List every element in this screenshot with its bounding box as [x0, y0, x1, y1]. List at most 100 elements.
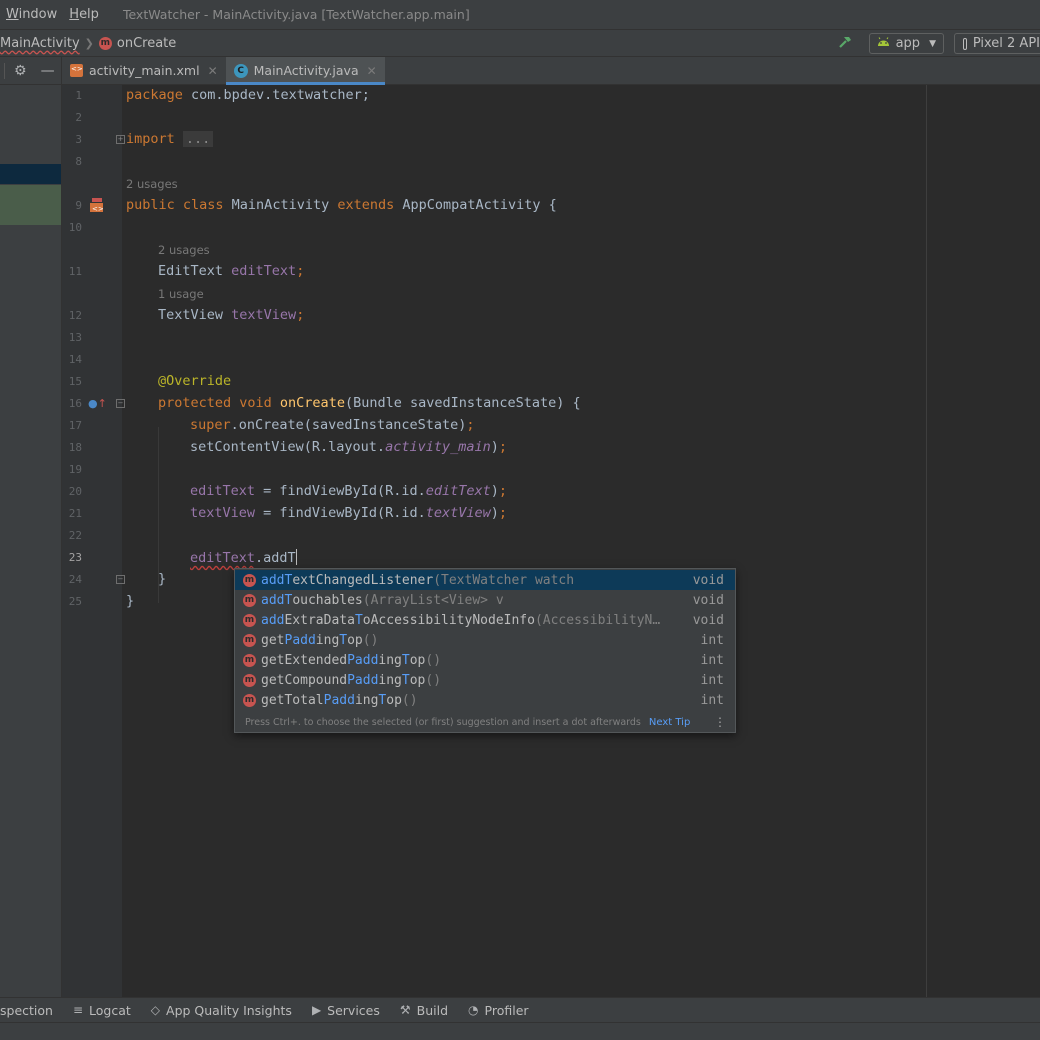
completion-item[interactable]: m getExtendedPaddingTop () int [235, 650, 735, 670]
code-text: package com.bpdev.textwatcher; [126, 87, 370, 103]
logcat-tab[interactable]: ≡ Logcat [73, 1003, 131, 1018]
java-class-icon: C [233, 63, 248, 78]
usages-hint[interactable]: 2 usages [126, 177, 178, 191]
diamond-icon: ◇ [150, 1003, 161, 1017]
folded-imports[interactable]: ... [182, 131, 214, 147]
code-line[interactable]: 14 [62, 349, 1040, 371]
menu-help[interactable]: Help [63, 7, 105, 22]
code-line[interactable]: 20 editText = findViewById(R.id.editText… [62, 481, 1040, 503]
device-selector[interactable]: Pixel 2 API [954, 33, 1040, 54]
code-line[interactable]: 10 [62, 217, 1040, 239]
completion-footer: Press Ctrl+. to choose the selected (or … [235, 711, 735, 733]
line-number: 12 [68, 309, 82, 322]
method-icon: m [98, 36, 112, 50]
build-hammer-icon[interactable] [837, 34, 853, 54]
tab-main-activity-java[interactable]: C MainActivity.java ✕ [225, 57, 385, 85]
line-number: 10 [68, 221, 82, 234]
line-number: 8 [75, 155, 82, 168]
line-number: 20 [68, 485, 82, 498]
code-text: editText = findViewById(R.id.editText); [190, 483, 508, 499]
code-text: import ... [126, 131, 214, 147]
code-line[interactable]: 11 EditText editText; [62, 261, 1040, 283]
next-tip-link[interactable]: Next Tip [649, 717, 690, 728]
code-completion-popup: m addTextChangedListener (TextWatcher wa… [234, 568, 736, 733]
code-line[interactable]: 1 package com.bpdev.textwatcher; [62, 85, 1040, 107]
editor-tabs: activity_main.xml ✕ C MainActivity.java … [62, 57, 1040, 85]
code-text: textView = findViewById(R.id.textView); [190, 505, 508, 521]
profiler-gauge-icon: ◔ [468, 1003, 479, 1017]
line-number: 18 [68, 441, 82, 454]
method-icon: m [243, 633, 256, 647]
code-line[interactable]: 2 [62, 107, 1040, 129]
code-line[interactable]: 17 super.onCreate(savedInstanceState); [62, 415, 1040, 437]
line-number: 25 [68, 595, 82, 608]
code-line[interactable]: 16 ●↑ − protected void onCreate(Bundle s… [62, 393, 1040, 415]
breadcrumb-method[interactable]: onCreate [117, 36, 176, 51]
fold-expand-icon[interactable]: + [116, 135, 125, 144]
fold-collapse-icon[interactable]: − [116, 399, 125, 408]
completion-item[interactable]: m addTextChangedListener (TextWatcher wa… [235, 570, 735, 590]
app-quality-insights-tab[interactable]: ◇ App Quality Insights [151, 1003, 292, 1018]
close-icon[interactable]: ✕ [208, 64, 218, 78]
code-line[interactable]: 19 [62, 459, 1040, 481]
tab-activity-main-xml[interactable]: activity_main.xml ✕ [62, 57, 226, 84]
code-text: } [126, 593, 135, 609]
more-options-icon[interactable]: ⋮ [714, 715, 726, 729]
project-tree-selected-row[interactable] [0, 164, 61, 184]
services-tab[interactable]: ▶ Services [312, 1003, 380, 1018]
completion-hint-text: Press Ctrl+. to choose the selected (or … [245, 716, 641, 728]
run-config-label: app [895, 36, 921, 51]
activity-layout-gutter-icon[interactable]: <> [89, 197, 105, 213]
close-icon[interactable]: ✕ [367, 64, 377, 78]
completion-item[interactable]: m getCompoundPaddingTop () int [235, 670, 735, 690]
code-text: EditText editText; [158, 263, 305, 279]
completion-item[interactable]: m addExtraDataToAccessibilityNodeInfo (A… [235, 610, 735, 630]
code-line[interactable]: 13 [62, 327, 1040, 349]
code-text: } [158, 571, 167, 587]
method-icon: m [243, 693, 256, 707]
line-number: 11 [68, 265, 82, 278]
problems-inspection-tab[interactable]: spection [0, 1003, 53, 1018]
toolbar-divider [4, 63, 5, 79]
override-method-icon[interactable]: ●↑ [88, 397, 107, 410]
services-play-icon: ▶ [311, 1003, 322, 1017]
code-text: setContentView(R.layout.activity_main); [190, 439, 508, 455]
profiler-tab[interactable]: ◔ Profiler [468, 1003, 529, 1018]
minimize-icon[interactable]: — [41, 63, 55, 79]
code-text: @Override [158, 373, 232, 389]
code-line[interactable]: 22 [62, 525, 1040, 547]
run-configuration-dropdown[interactable]: app ▼ [868, 33, 944, 54]
code-line[interactable]: 18 setContentView(R.layout.activity_main… [62, 437, 1040, 459]
completion-item[interactable]: m getTotalPaddingTop () int [235, 690, 735, 710]
gear-icon[interactable]: ⚙ [14, 63, 27, 79]
xml-file-icon [70, 64, 83, 77]
menu-window[interactable]: Window [0, 7, 63, 22]
logcat-icon: ≡ [72, 1003, 84, 1017]
code-line[interactable]: 9 <> public class MainActivity extends A… [62, 195, 1040, 217]
code-line-current[interactable]: 23 editText.addT [62, 547, 1040, 569]
build-tab[interactable]: ⚒ Build [400, 1003, 448, 1018]
line-number: 16 [68, 397, 82, 410]
line-number: 15 [68, 375, 82, 388]
hammer-icon: ⚒ [399, 1003, 411, 1017]
code-line[interactable]: 15 @Override [62, 371, 1040, 393]
fold-end-icon[interactable]: − [116, 575, 125, 584]
project-tree-highlight-row[interactable] [0, 185, 61, 225]
completion-item[interactable]: m getPaddingTop () int [235, 630, 735, 650]
usages-hint[interactable]: 2 usages [158, 243, 210, 257]
code-line[interactable]: 3 + import ... [62, 129, 1040, 151]
breadcrumb-separator-icon: ❯ [84, 36, 94, 50]
line-number: 14 [68, 353, 82, 366]
usages-hint[interactable]: 1 usage [158, 287, 204, 301]
method-icon: m [243, 573, 256, 587]
completion-item[interactable]: m addTouchables (ArrayList<View> views) … [235, 590, 735, 610]
line-number: 19 [68, 463, 82, 476]
code-line[interactable]: 21 textView = findViewById(R.id.textView… [62, 503, 1040, 525]
code-editor[interactable]: 1 package com.bpdev.textwatcher; 2 3 + i… [62, 85, 1040, 997]
method-icon: m [243, 613, 256, 627]
breadcrumb-class[interactable]: MainActivity [0, 36, 80, 51]
code-line[interactable]: 12 TextView textView; [62, 305, 1040, 327]
code-line[interactable]: 8 [62, 151, 1040, 173]
line-number: 13 [68, 331, 82, 344]
tab-label: MainActivity.java [253, 63, 359, 78]
